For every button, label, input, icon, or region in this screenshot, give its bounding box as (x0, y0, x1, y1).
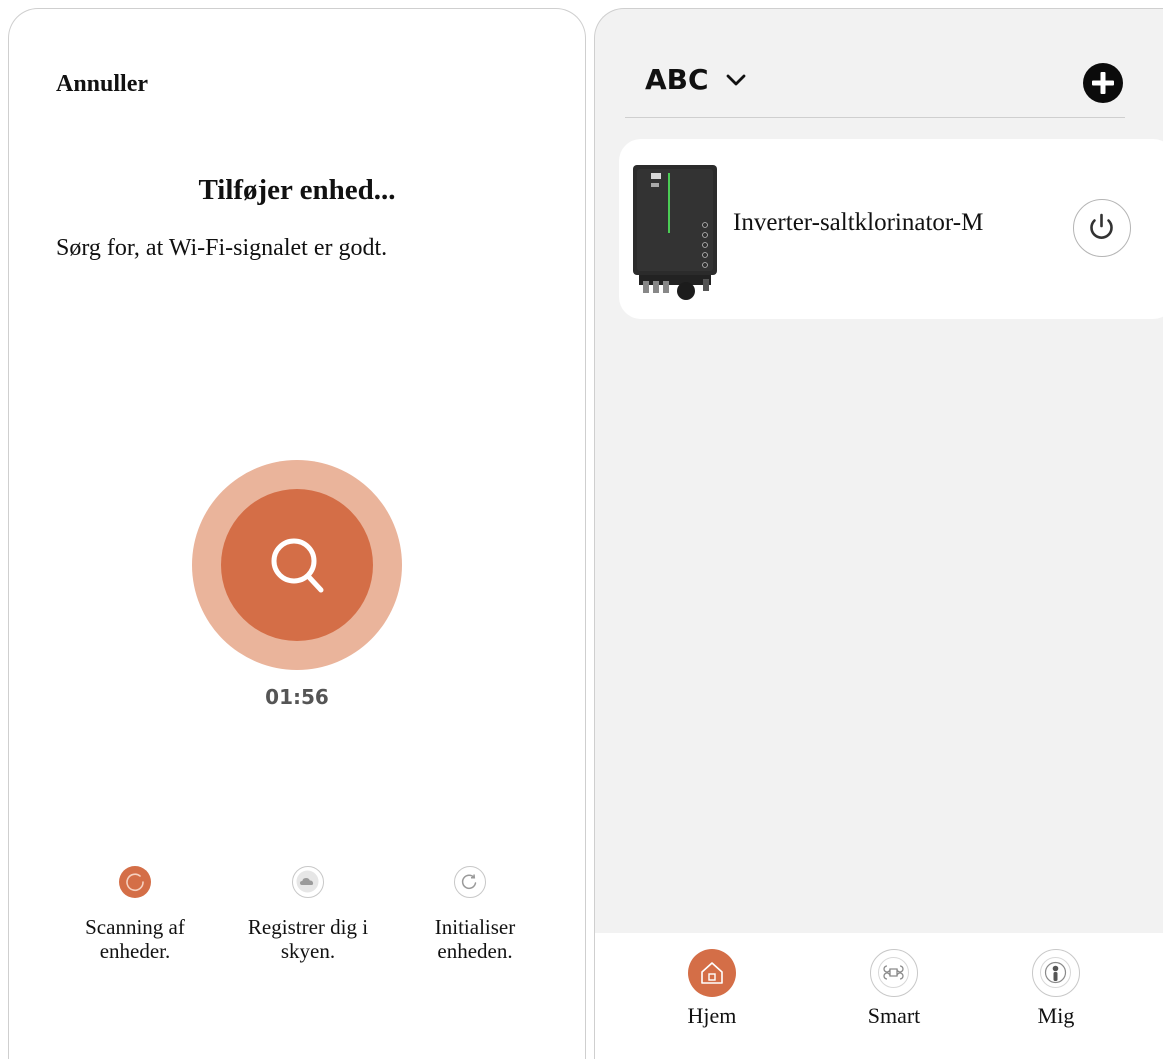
power-icon (1090, 213, 1113, 239)
step-cloud-line1: Registrer dig i (247, 915, 369, 939)
home-selector[interactable]: ABC (645, 63, 748, 96)
tab-me[interactable]: Mig (996, 1003, 1116, 1029)
device-image (631, 163, 719, 307)
power-button[interactable] (1073, 199, 1131, 257)
add-device-screen: Annuller Tilføjer enhed... Sørg for, at … (8, 8, 586, 1059)
step-init-line2: enheden. (437, 939, 513, 963)
home-screen: ABC Inverter-saltklorinator-M Hjem Smart… (594, 8, 1163, 1059)
search-icon (271, 538, 324, 593)
device-name: Inverter-saltklorinator-M (733, 209, 984, 236)
tab-smart[interactable]: Smart (834, 1003, 954, 1029)
countdown-timer: 01:56 (265, 685, 329, 709)
cloud-icon (292, 866, 324, 898)
scan-circle (221, 489, 373, 641)
plus-circle-icon[interactable] (1081, 61, 1125, 105)
step-scanning-line1: Scanning af (85, 915, 185, 939)
step-cloud-label: Registrer dig i skyen. (228, 915, 388, 963)
step-scanning-line2: enheder. (99, 939, 171, 963)
step-cloud-line2: skyen. (280, 939, 336, 963)
home-icon[interactable] (688, 949, 736, 997)
bottom-tab-bar: Hjem Smart Mig (595, 933, 1163, 1059)
tab-home[interactable]: Hjem (652, 1003, 772, 1029)
home-name: ABC (645, 63, 709, 96)
step-scanning-label: Scanning af enheder. (55, 915, 215, 963)
chevron-down-icon (726, 74, 746, 86)
person-icon[interactable] (1032, 949, 1080, 997)
step-init-label: Initialiser enheden. (395, 915, 555, 963)
device-card[interactable]: Inverter-saltklorinator-M (619, 139, 1163, 319)
header-divider (625, 117, 1125, 118)
wifi-hint-text: Sørg for, at Wi-Fi-signalet er godt. (56, 235, 388, 261)
cancel-button[interactable]: Annuller (56, 71, 148, 98)
step-init-line1: Initialiser (434, 915, 516, 939)
refresh-icon (454, 866, 486, 898)
page-title: Tilføjer enhed... (198, 174, 396, 206)
loading-icon (119, 866, 151, 898)
command-icon[interactable] (870, 949, 918, 997)
